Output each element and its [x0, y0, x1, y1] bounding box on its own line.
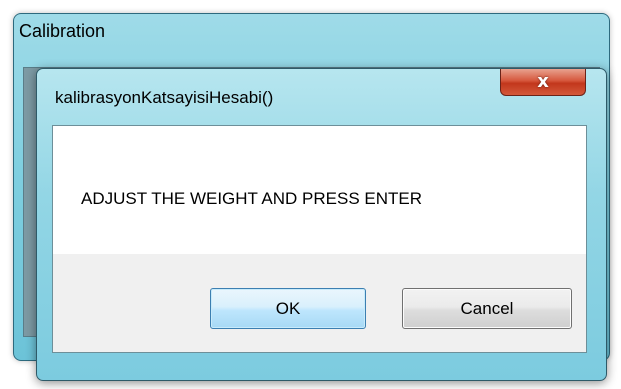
dialog-body: ADJUST THE WEIGHT AND PRESS ENTER OK Can… — [52, 125, 587, 353]
dialog-title: kalibrasyonKatsayisiHesabi() — [55, 88, 274, 107]
message-area: ADJUST THE WEIGHT AND PRESS ENTER — [53, 126, 586, 254]
cancel-button[interactable]: Cancel — [402, 288, 572, 329]
message-text: ADJUST THE WEIGHT AND PRESS ENTER — [81, 189, 423, 208]
calibration-window-title: Calibration — [19, 21, 106, 41]
close-icon: x — [537, 71, 549, 92]
ok-button[interactable]: OK — [210, 288, 366, 329]
message-dialog: kalibrasyonKatsayisiHesabi() x ADJUST TH… — [36, 68, 607, 381]
close-button[interactable]: x — [500, 69, 586, 96]
